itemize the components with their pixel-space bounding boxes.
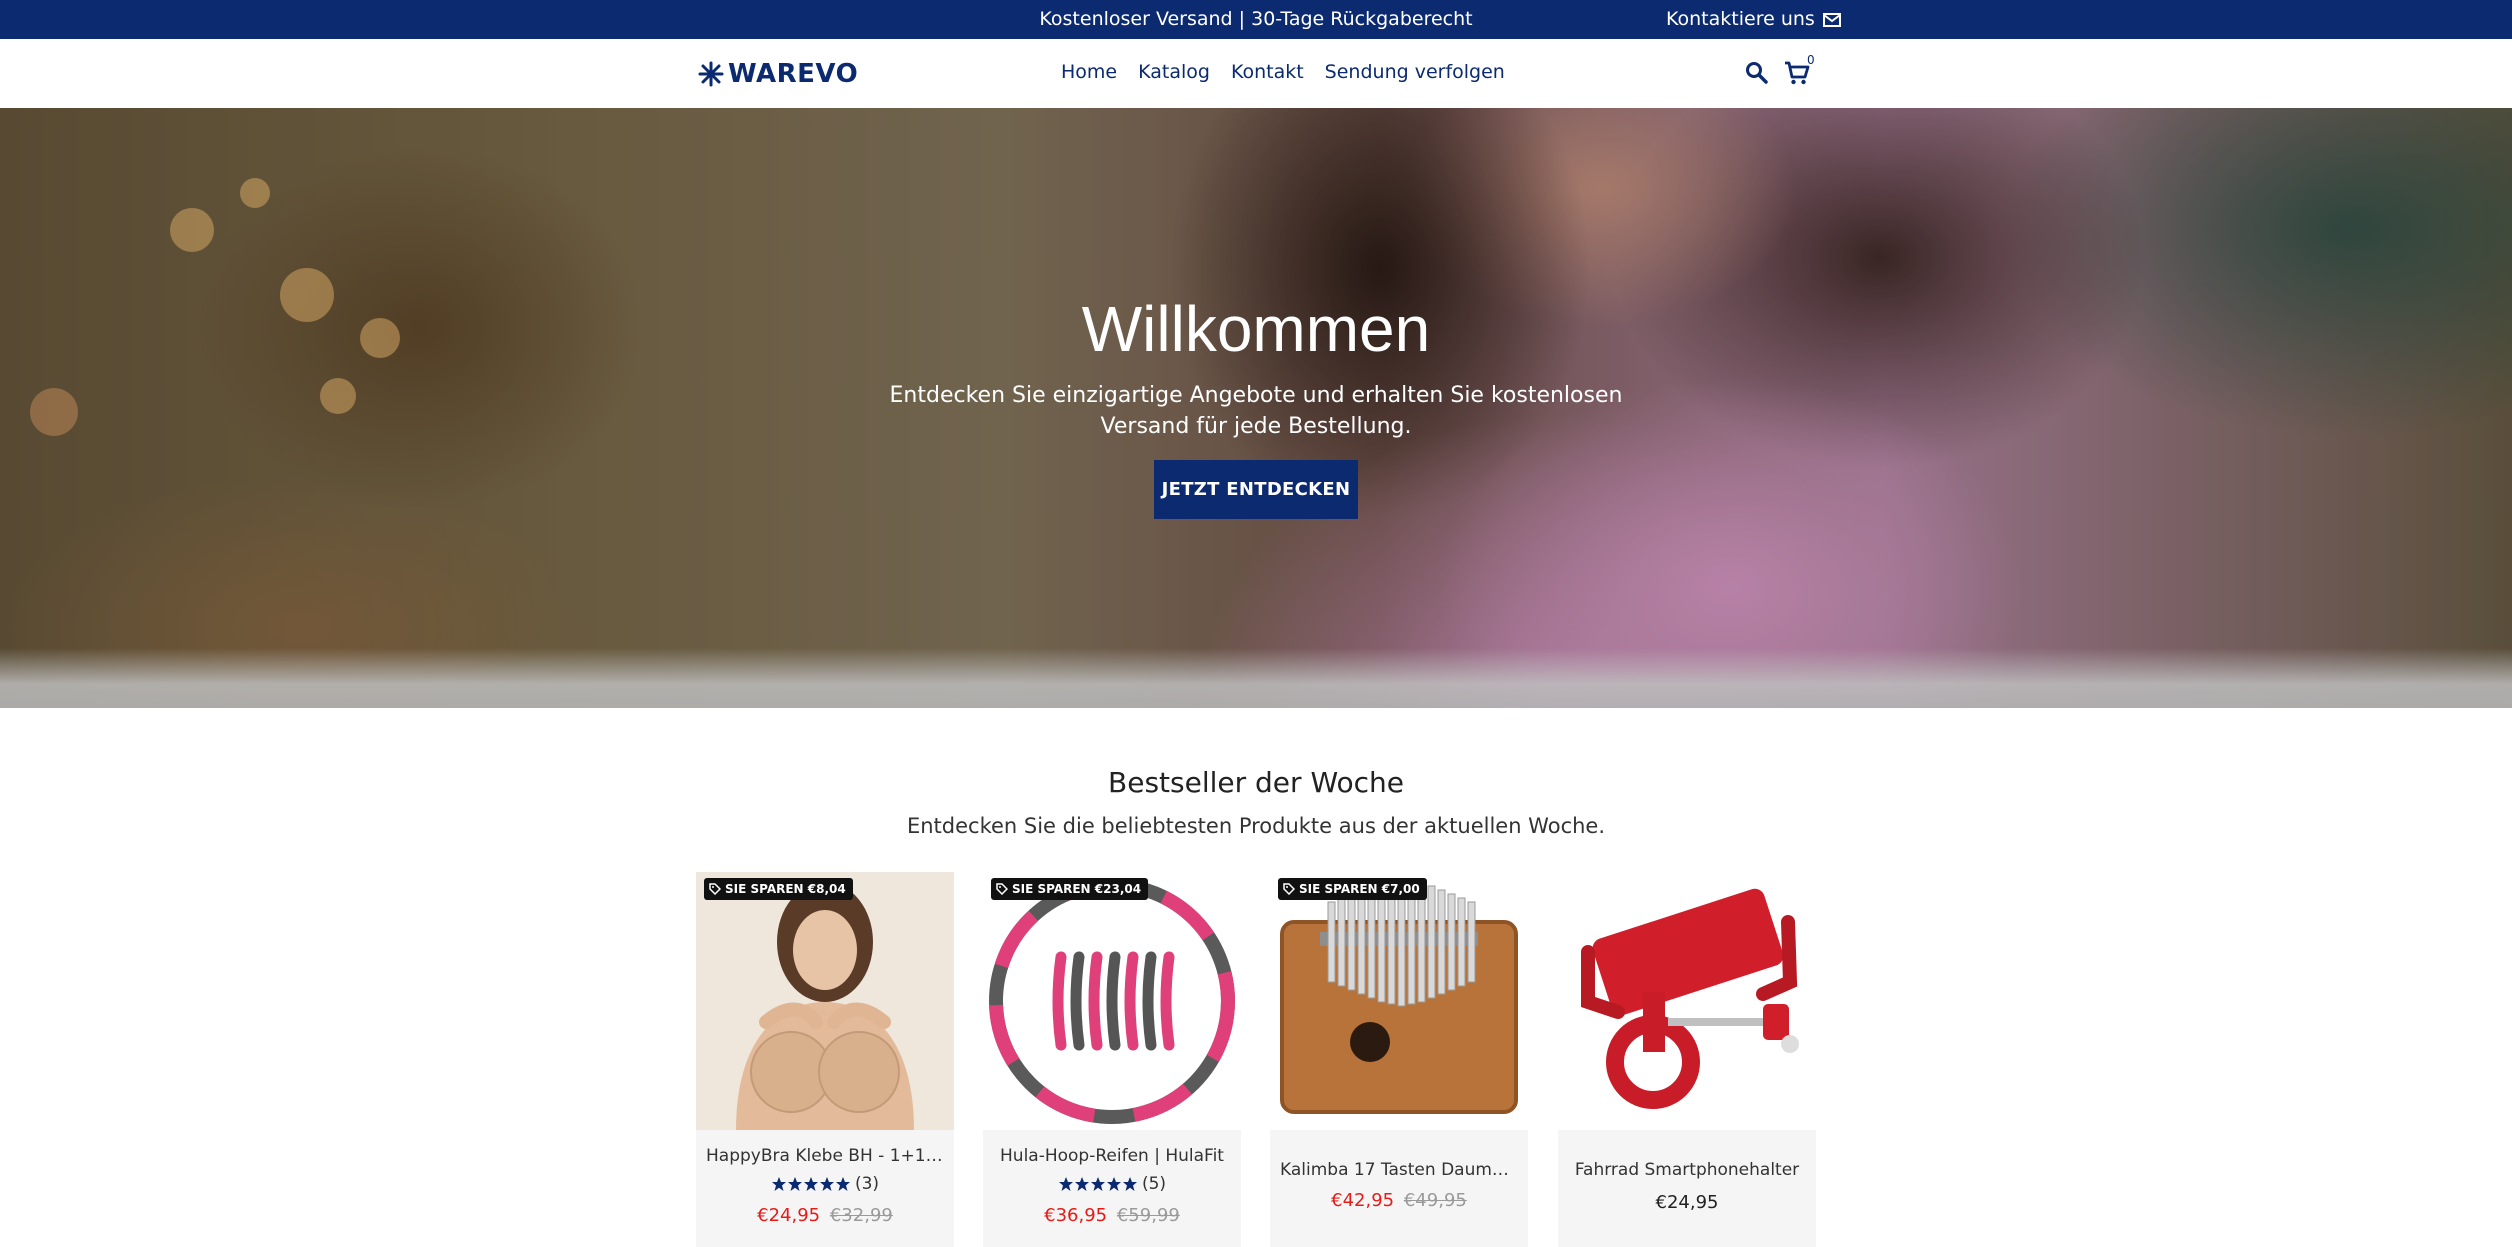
tag-icon <box>996 883 1008 895</box>
hero-cta-button[interactable]: JETZT ENTDECKEN <box>1154 460 1358 519</box>
product-grid: SIE SPAREN €8,04 HappyBra Klebe BH - 1+1… <box>696 872 1816 1247</box>
sale-price: €24,95 <box>757 1205 821 1226</box>
savings-badge-label: SIE SPAREN €7,00 <box>1299 882 1420 896</box>
sale-price: €42,95 <box>1331 1190 1395 1211</box>
hero-subtitle: Entdecken Sie einzigartige Angebote und … <box>889 383 1623 439</box>
hero-banner: Willkommen Entdecken Sie einzigartige An… <box>0 108 2512 708</box>
star-rating-icon <box>1058 1176 1138 1192</box>
main-nav: Home Katalog Kontakt Sendung verfolgen <box>1061 61 1505 83</box>
mail-icon <box>1822 12 1841 27</box>
product-rating: (5) <box>983 1174 1241 1194</box>
stars-icon <box>1058 1177 1137 1191</box>
product-prices: €36,95 €59,99 <box>983 1205 1241 1226</box>
tag-icon <box>709 883 721 895</box>
announcement-text: Kostenloser Versand | 30-Tage Rückgabere… <box>1039 8 1473 30</box>
product-prices: €24,95 <box>1558 1192 1816 1213</box>
search-icon <box>1746 62 1768 84</box>
logo[interactable]: WAREVO <box>698 58 858 90</box>
original-price: €49,95 <box>1403 1190 1467 1211</box>
product-name[interactable]: Kalimba 17 Tasten Daume... <box>1280 1160 1518 1180</box>
review-count: (5) <box>1141 1174 1167 1194</box>
sale-price: €36,95 <box>1044 1205 1108 1226</box>
nav-home[interactable]: Home <box>1061 61 1117 83</box>
product-image-hula-hoop <box>983 872 1241 1130</box>
product-image-bra <box>696 872 954 1130</box>
original-price: €59,99 <box>1116 1205 1180 1226</box>
site-header: WAREVO Home Katalog Kontakt Sendung verf… <box>0 39 2512 109</box>
cart-count-badge: 0 <box>1807 53 1815 67</box>
product-rating: (3) <box>696 1174 954 1194</box>
tag-icon <box>1283 883 1295 895</box>
product-prices: €42,95 €49,95 <box>1270 1190 1528 1211</box>
hero-laptop-edge <box>0 648 2512 708</box>
product-name[interactable]: Fahrrad Smartphonehalter <box>1568 1160 1806 1180</box>
product-image-bike-phone-holder <box>1558 872 1816 1130</box>
contact-label: Kontaktiere uns <box>1666 8 1815 30</box>
product-card[interactable]: SIE SPAREN €7,00 Kalimba 17 Tasten Daume… <box>1270 872 1528 1247</box>
nav-kontakt[interactable]: Kontakt <box>1231 61 1304 83</box>
star-rating-icon <box>771 1176 851 1192</box>
announcement-bar: Kostenloser Versand | 30-Tage Rückgabere… <box>0 0 2512 39</box>
stars-icon <box>771 1177 850 1191</box>
nav-katalog[interactable]: Katalog <box>1138 61 1210 83</box>
savings-badge-label: SIE SPAREN €23,04 <box>1012 882 1142 896</box>
review-count: (3) <box>854 1174 880 1194</box>
product-name[interactable]: HappyBra Klebe BH - 1+1 ... <box>706 1146 944 1166</box>
original-price: €32,99 <box>829 1205 893 1226</box>
savings-badge: SIE SPAREN €7,00 <box>1278 878 1427 900</box>
hero-title: Willkommen <box>1081 293 1431 365</box>
savings-badge-label: SIE SPAREN €8,04 <box>725 882 846 896</box>
product-name[interactable]: Hula-Hoop-Reifen | HulaFit <box>993 1146 1231 1166</box>
price: €24,95 <box>1655 1192 1719 1213</box>
product-prices: €24,95 €32,99 <box>696 1205 954 1226</box>
product-card[interactable]: Fahrrad Smartphonehalter €24,95 <box>1558 872 1816 1247</box>
product-image[interactable] <box>1270 872 1528 1130</box>
nav-sendung-verfolgen[interactable]: Sendung verfolgen <box>1325 61 1505 83</box>
product-image[interactable] <box>983 872 1241 1130</box>
contact-link[interactable]: Kontaktiere uns <box>1666 0 1841 39</box>
product-image[interactable] <box>696 872 954 1130</box>
product-card[interactable]: SIE SPAREN €8,04 HappyBra Klebe BH - 1+1… <box>696 872 954 1247</box>
logo-star-icon <box>698 61 724 87</box>
bestseller-title: Bestseller der Woche <box>1108 766 1404 799</box>
bestseller-subtitle: Entdecken Sie die beliebtesten Produkte … <box>906 814 1606 838</box>
product-card[interactable]: SIE SPAREN €23,04 Hula-Hoop-Reifen | Hul… <box>983 872 1241 1247</box>
search-button[interactable] <box>1744 60 1770 86</box>
product-image-kalimba <box>1270 872 1528 1130</box>
product-image[interactable] <box>1558 872 1816 1130</box>
logo-text: WAREVO <box>728 59 859 89</box>
savings-badge: SIE SPAREN €23,04 <box>991 878 1149 900</box>
savings-badge: SIE SPAREN €8,04 <box>704 878 853 900</box>
